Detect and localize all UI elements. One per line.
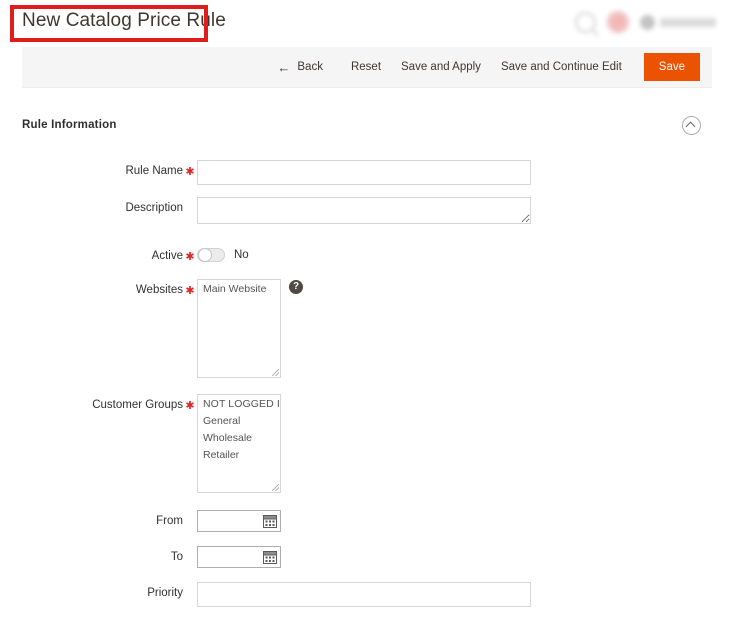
field-row-priority: Priority ✱ [0, 582, 730, 607]
save-and-apply-button[interactable]: Save and Apply [391, 55, 491, 79]
required-asterisk-placeholder: ✱ [183, 582, 197, 600]
header-utilities [575, 8, 716, 36]
account-menu[interactable] [640, 14, 716, 30]
customer-groups-label: Customer Groups [92, 399, 183, 411]
active-control: No [197, 245, 249, 262]
active-toggle-state-label: No [234, 249, 249, 261]
field-row-customer-groups: Customer Groups ✱ NOT LOGGED IN General … [0, 394, 730, 493]
chevron-up-circle-icon[interactable] [682, 116, 701, 135]
websites-multiselect[interactable]: Main Website [197, 279, 281, 378]
resize-handle[interactable] [272, 369, 279, 376]
description-control [197, 197, 531, 229]
required-asterisk: ✱ [185, 285, 195, 297]
field-row-websites: Websites ✱ Main Website ? [0, 279, 730, 378]
websites-option[interactable]: Main Website [198, 280, 280, 297]
toggle-knob [198, 248, 212, 262]
customer-groups-option[interactable]: Wholesale [198, 429, 280, 446]
priority-input[interactable] [197, 582, 531, 607]
rule-name-control [197, 160, 531, 185]
page-actions-toolbar: ← Back Reset Save and Apply Save and Con… [22, 47, 712, 88]
rule-information-form: Rule Name ✱ Description ✱ Active ✱ No We… [0, 160, 730, 619]
save-button[interactable]: Save [643, 53, 700, 81]
search-icon[interactable] [575, 11, 596, 33]
description-label: Description [125, 202, 183, 214]
to-control [197, 546, 281, 568]
priority-control [197, 582, 531, 607]
description-textarea[interactable] [197, 197, 531, 224]
active-label: Active [151, 250, 183, 262]
from-control [197, 510, 281, 532]
to-label: To [170, 551, 183, 563]
required-asterisk: ✱ [185, 251, 195, 263]
customer-groups-option[interactable]: General [198, 412, 280, 429]
customer-groups-control: NOT LOGGED IN General Wholesale Retailer [197, 394, 281, 493]
calendar-icon[interactable] [263, 550, 277, 564]
field-row-description: Description ✱ [0, 197, 730, 229]
required-asterisk-placeholder: ✱ [183, 546, 197, 564]
field-row-active: Active ✱ No [0, 245, 730, 263]
active-toggle[interactable] [197, 248, 225, 262]
notification-bell-icon[interactable] [606, 10, 630, 34]
page-title: New Catalog Price Rule [22, 10, 226, 31]
customer-groups-multiselect[interactable]: NOT LOGGED IN General Wholesale Retailer [197, 394, 281, 493]
resize-handle[interactable] [272, 484, 279, 491]
required-asterisk-placeholder: ✱ [183, 510, 197, 528]
customer-groups-option[interactable]: NOT LOGGED IN [198, 395, 280, 412]
arrow-left-icon: ← [277, 59, 291, 75]
required-asterisk: ✱ [185, 166, 195, 178]
websites-control: Main Website ? [197, 279, 303, 378]
customer-groups-option[interactable]: Retailer [198, 446, 280, 463]
back-button-label: Back [297, 61, 323, 73]
user-avatar-icon [640, 14, 655, 30]
from-label: From [156, 515, 183, 527]
priority-label: Priority [147, 587, 183, 599]
rule-name-label: Rule Name [125, 165, 183, 177]
save-and-continue-edit-button[interactable]: Save and Continue Edit [491, 55, 632, 79]
section-title: Rule Information [22, 119, 117, 131]
page-header: New Catalog Price Rule [0, 0, 730, 47]
field-row-to: To ✱ [0, 546, 730, 568]
required-asterisk-placeholder: ✱ [183, 197, 197, 215]
question-mark-help-icon[interactable]: ? [289, 280, 303, 294]
websites-label: Websites [135, 284, 183, 296]
account-name-placeholder [660, 17, 716, 27]
field-row-rule-name: Rule Name ✱ [0, 160, 730, 185]
required-asterisk: ✱ [185, 400, 195, 412]
field-row-from: From ✱ [0, 510, 730, 532]
reset-button[interactable]: Reset [341, 55, 391, 79]
calendar-icon[interactable] [263, 514, 277, 528]
rule-name-input[interactable] [197, 160, 531, 185]
back-button[interactable]: ← Back [267, 55, 333, 80]
rule-information-section-header[interactable]: Rule Information [22, 108, 712, 142]
